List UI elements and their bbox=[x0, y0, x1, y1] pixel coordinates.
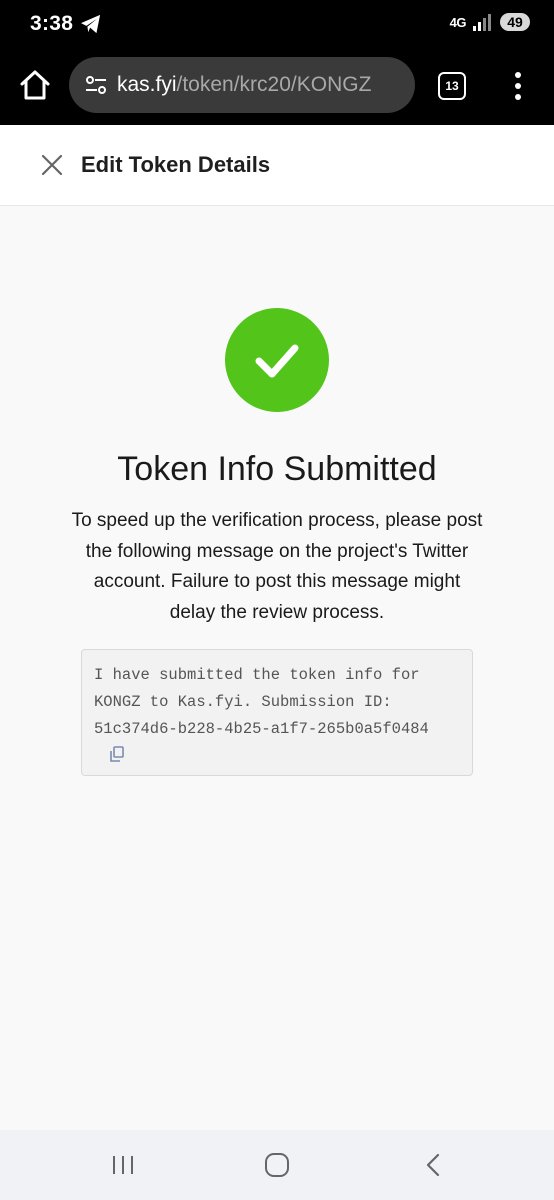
url-text[interactable]: kas.fyi/token/krc20/KONGZ bbox=[117, 73, 371, 97]
copy-icon[interactable] bbox=[108, 745, 126, 763]
close-icon[interactable] bbox=[40, 153, 64, 177]
main-content: Token Info Submitted To speed up the ver… bbox=[0, 206, 554, 1130]
page-header: Edit Token Details bbox=[0, 125, 554, 206]
status-indicators: 4G 49 bbox=[450, 13, 530, 31]
telegram-icon bbox=[81, 14, 101, 34]
submission-message-box: I have submitted the token info for KONG… bbox=[81, 649, 473, 776]
checkmark-icon bbox=[255, 344, 299, 378]
page-info-icon[interactable] bbox=[83, 73, 109, 97]
success-description: To speed up the verification process, pl… bbox=[71, 510, 483, 623]
success-badge bbox=[225, 308, 329, 412]
address-bar[interactable]: kas.fyi/token/krc20/KONGZ bbox=[69, 57, 415, 113]
url-path: /token/krc20/KONGZ bbox=[176, 73, 372, 96]
browser-toolbar: kas.fyi/token/krc20/KONGZ 13 bbox=[0, 52, 554, 125]
tabs-icon[interactable]: 13 bbox=[438, 72, 466, 100]
back-icon[interactable] bbox=[423, 1152, 443, 1178]
tab-count: 13 bbox=[445, 79, 459, 93]
home-icon[interactable] bbox=[18, 68, 52, 102]
overflow-menu-icon[interactable] bbox=[508, 70, 528, 102]
status-time: 3:38 bbox=[30, 12, 74, 35]
battery-indicator: 49 bbox=[500, 13, 530, 31]
home-nav-icon[interactable] bbox=[264, 1152, 290, 1178]
recent-apps-icon[interactable] bbox=[110, 1154, 136, 1176]
system-nav-bar bbox=[0, 1130, 554, 1200]
network-label: 4G bbox=[449, 14, 467, 30]
submission-message: I have submitted the token info for KONG… bbox=[94, 666, 429, 738]
url-host: kas.fyi bbox=[117, 73, 177, 96]
status-bar: 3:38 4G 49 bbox=[0, 0, 554, 52]
page-title: Edit Token Details bbox=[81, 152, 271, 177]
success-title: Token Info Submitted bbox=[117, 450, 437, 488]
signal-icon bbox=[473, 14, 491, 31]
